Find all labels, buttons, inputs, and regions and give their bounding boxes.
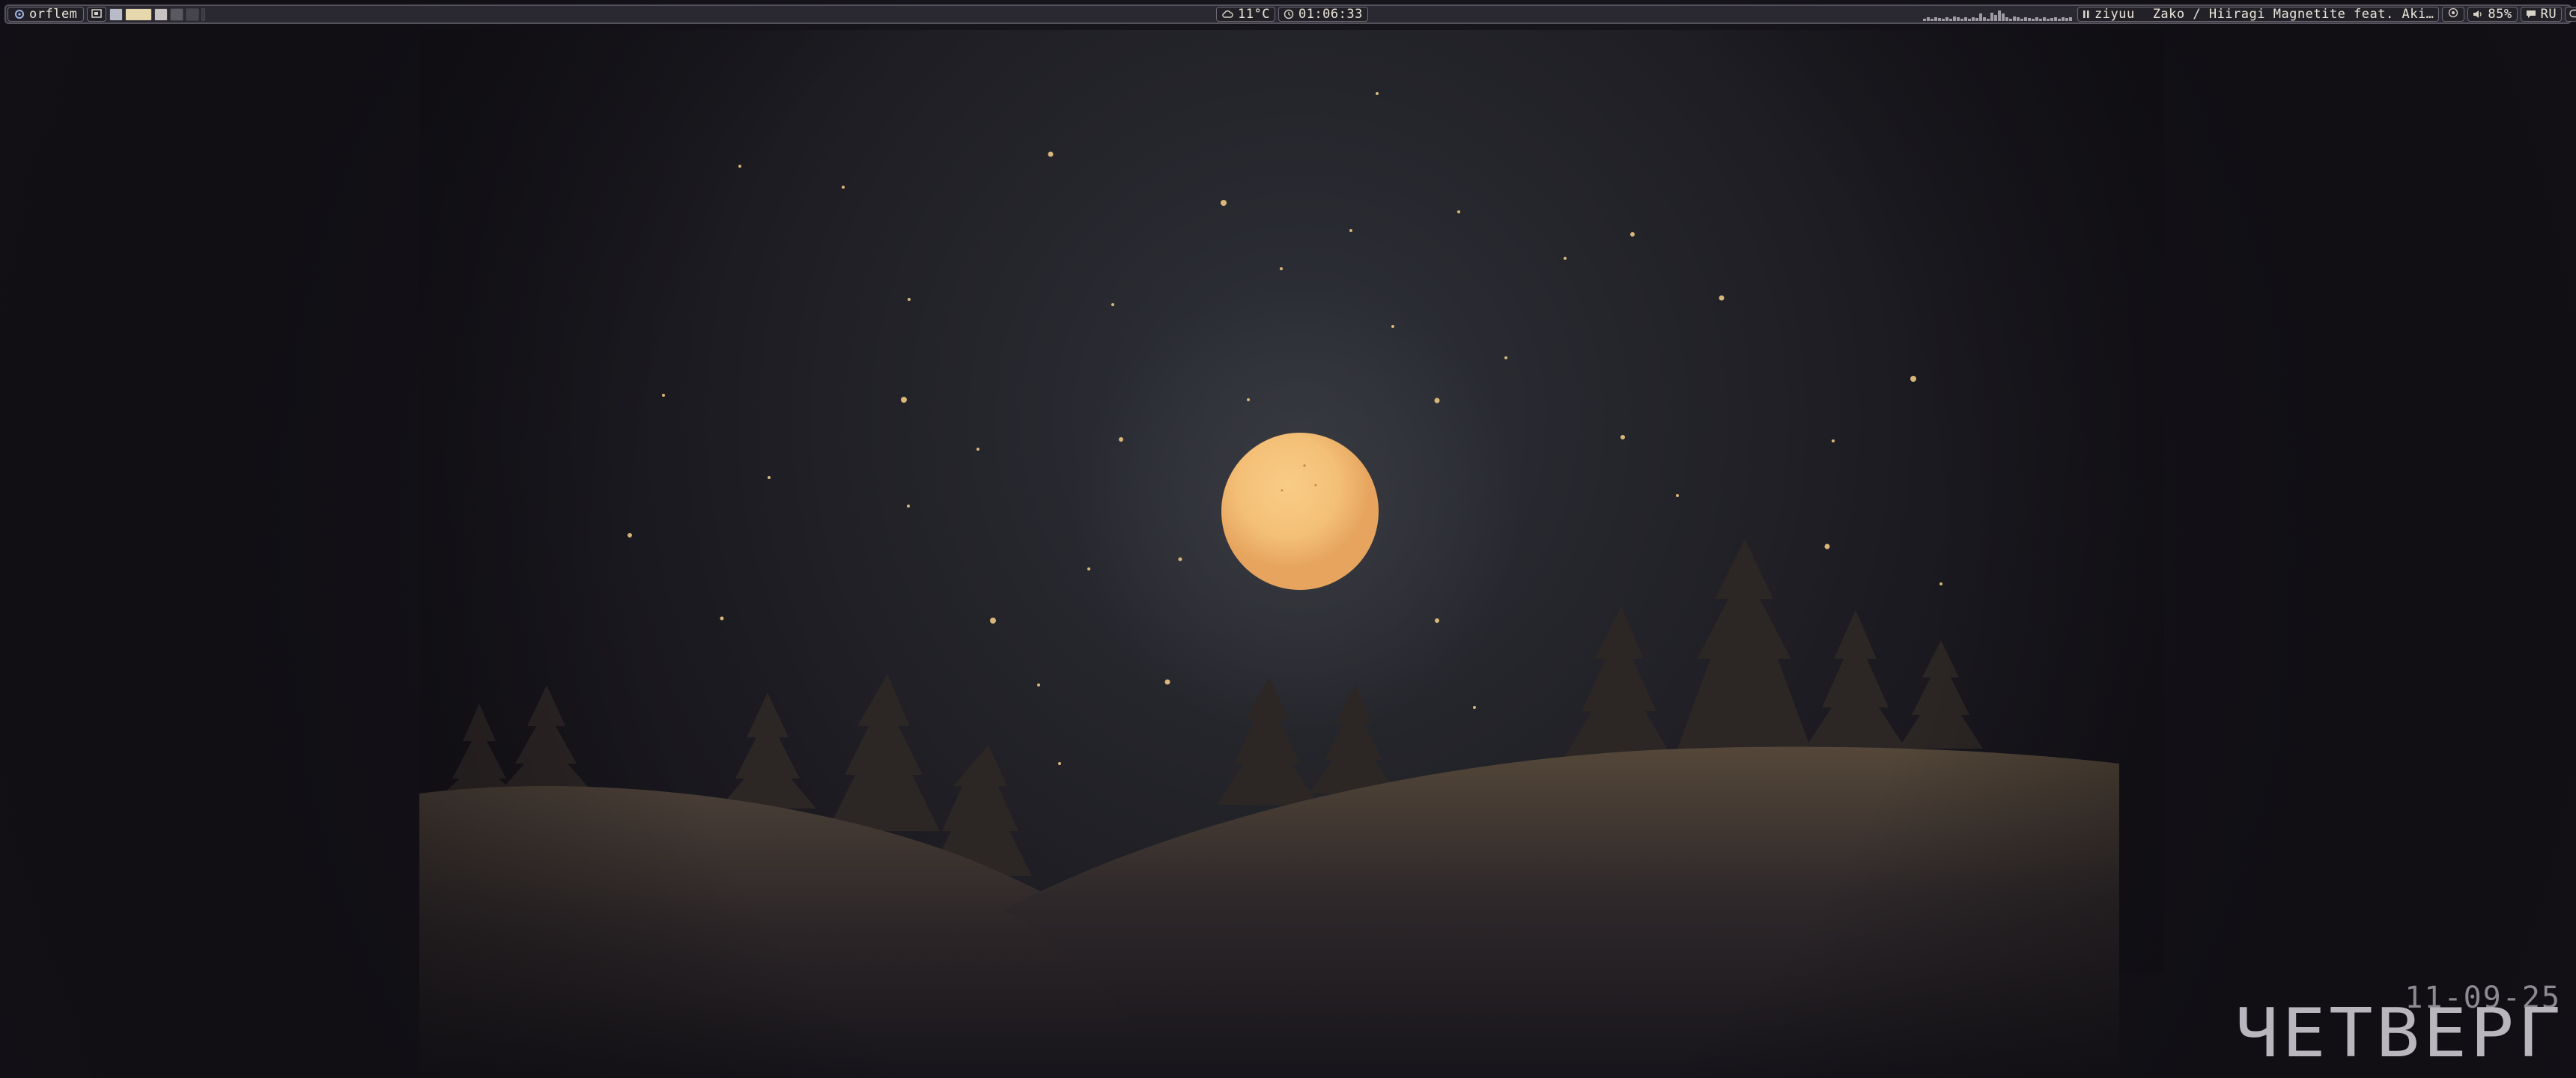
- desktop-day-name: ЧЕТВЕРГ: [2235, 994, 2564, 1073]
- network-graph-bar: [1938, 18, 1941, 21]
- network-graph-bar: [2013, 16, 2016, 21]
- brightness-icon: [2448, 7, 2458, 22]
- network-graph-bar: [2058, 19, 2061, 21]
- network-graph-bar: [1934, 17, 1937, 21]
- network-graph-bar: [2039, 19, 2042, 21]
- toggle-icon: [2569, 7, 2576, 22]
- network-graph-bar: [1972, 17, 1975, 21]
- top-bar: orflem 11°C 01:06:33 ziyuu Zako / Hiirag…: [4, 4, 2576, 24]
- cloud-icon: [1221, 10, 1233, 19]
- tag-separator: [201, 7, 206, 21]
- network-graph-bar: [2009, 19, 2012, 21]
- network-graph-bar: [1927, 17, 1930, 21]
- tag-1[interactable]: [109, 7, 124, 21]
- wallpaper: [0, 0, 2576, 1078]
- clock-icon: [1284, 9, 1294, 19]
- keyboard-layout-widget[interactable]: RU: [2520, 7, 2563, 22]
- layout-button[interactable]: [87, 7, 107, 22]
- network-graph-bar: [2065, 18, 2068, 21]
- network-graph-bar: [2020, 19, 2023, 21]
- tag-2[interactable]: [125, 7, 153, 21]
- network-graph-bar: [1968, 19, 1971, 21]
- network-graph-bar: [1945, 17, 1948, 21]
- network-graph-bar: [1931, 19, 1933, 21]
- keyboard-layout: RU: [2540, 7, 2557, 22]
- network-graph-bar: [2069, 17, 2072, 21]
- keyboard-icon: [2526, 10, 2536, 19]
- network-graph-bar: [2002, 13, 2005, 21]
- network-graph-bar: [1979, 13, 1982, 21]
- tag-4[interactable]: [170, 7, 184, 21]
- network-graph-bar: [2017, 17, 2020, 21]
- center-section: 11°C 01:06:33: [1216, 6, 1371, 22]
- network-graph-bar: [1942, 19, 1945, 21]
- network-graph-bar: [2005, 17, 2008, 21]
- volume-level: 85%: [2488, 7, 2512, 22]
- network-graph-bar: [2062, 17, 2065, 21]
- network-graph-bar: [1975, 18, 1978, 21]
- brightness-widget[interactable]: [2442, 7, 2465, 22]
- network-graph-bar: [2054, 17, 2057, 21]
- weather-widget[interactable]: 11°C: [1216, 7, 1275, 22]
- toggle-widget[interactable]: [2565, 7, 2576, 22]
- network-graph-bar: [1994, 15, 1997, 21]
- network-graph-bar: [2028, 18, 2031, 21]
- network-graph-bar: [2024, 17, 2027, 21]
- clock-time: 01:06:33: [1298, 7, 1363, 22]
- network-graph-bar: [2047, 19, 2050, 21]
- media-player-widget[interactable]: ziyuu Zako / Hiiragi Magnetite feat. Aki…: [2077, 7, 2440, 22]
- network-graph-bar: [1953, 16, 1956, 21]
- network-graph-bar: [1987, 19, 1990, 21]
- network-graph-bar: [2035, 17, 2038, 21]
- desktop-date-widget: 11-09-25 ЧЕТВЕРГ: [2235, 981, 2564, 1068]
- network-graph: [1923, 7, 2073, 21]
- player-source: ziyuu: [2094, 7, 2135, 22]
- desktop: orflem 11°C 01:06:33 ziyuu Zako / Hiirag…: [0, 0, 2576, 1078]
- network-graph-bar: [1960, 19, 1963, 21]
- right-section: ziyuu Zako / Hiiragi Magnetite feat. Aki…: [1923, 6, 2576, 22]
- workspace-button[interactable]: orflem: [7, 7, 85, 22]
- pause-icon[interactable]: [2083, 10, 2090, 19]
- speaker-icon: [2473, 10, 2483, 19]
- network-graph-bar: [2050, 18, 2053, 21]
- network-graph-bar: [1998, 10, 2001, 21]
- volume-widget[interactable]: 85%: [2467, 7, 2518, 22]
- distro-logo-icon: [14, 9, 25, 19]
- weather-temperature: 11°C: [1238, 7, 1270, 22]
- tiling-layout-icon: [91, 7, 103, 22]
- workspace-name: orflem: [29, 7, 78, 22]
- network-graph-bar: [1990, 13, 1993, 21]
- tag-5[interactable]: [186, 7, 200, 21]
- network-graph-bar: [1923, 19, 1926, 21]
- workspace-section: orflem: [7, 6, 206, 22]
- network-graph-bar: [1957, 17, 1960, 21]
- network-graph-bar: [1964, 17, 1967, 21]
- tag-3[interactable]: [154, 7, 168, 21]
- network-graph-bar: [2043, 17, 2046, 21]
- workspace-tags: [109, 7, 206, 21]
- network-graph-bar: [2032, 19, 2035, 21]
- clock-widget[interactable]: 01:06:33: [1278, 7, 1368, 22]
- network-graph-bar: [1949, 19, 1952, 21]
- network-graph-bar: [1983, 17, 1986, 21]
- player-track: Zako / Hiiragi Magnetite feat. Aki…: [2152, 7, 2434, 22]
